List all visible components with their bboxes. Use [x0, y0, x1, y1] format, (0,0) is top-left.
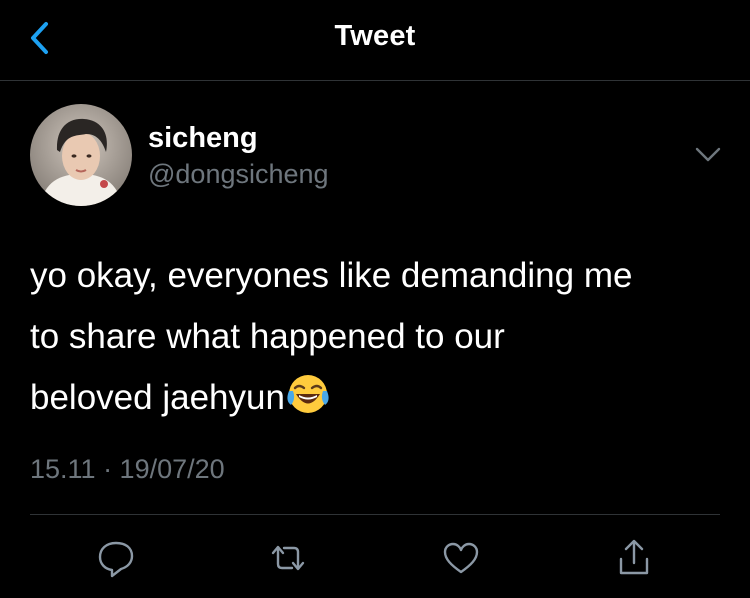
tweet-options-button[interactable] — [693, 144, 723, 166]
author-username[interactable]: @dongsicheng — [148, 159, 329, 190]
tweet-text-line: yo okay, everyones like demanding me — [30, 256, 633, 295]
tweet-timestamp: 15.11 · 19/07/20 — [30, 454, 225, 484]
tweet-text-line: to share what happened to our — [30, 317, 505, 356]
tweet-text: yo okay, everyones like demanding me to … — [30, 245, 730, 428]
tweet-action-bar — [0, 530, 750, 586]
share-icon — [619, 539, 649, 575]
profile-photo — [30, 104, 132, 206]
retweet-icon — [271, 545, 305, 571]
page-title: Tweet — [334, 20, 416, 52]
heart-icon — [443, 542, 479, 574]
tweet-text-line: beloved jaehyun — [30, 378, 285, 417]
chevron-down-icon — [695, 147, 721, 162]
avatar[interactable] — [30, 104, 132, 206]
tweet-text-line-last: beloved jaehyun — [30, 367, 730, 428]
reply-button[interactable] — [94, 536, 138, 580]
author-display-name[interactable]: sicheng — [148, 122, 258, 155]
divider — [30, 514, 720, 515]
face-with-tears-of-joy-icon — [287, 373, 329, 415]
like-button[interactable] — [439, 536, 483, 580]
speech-bubble-icon — [98, 541, 134, 578]
share-button[interactable] — [612, 536, 656, 580]
retweet-button[interactable] — [266, 536, 310, 580]
navigation-bar: Tweet — [0, 0, 750, 81]
